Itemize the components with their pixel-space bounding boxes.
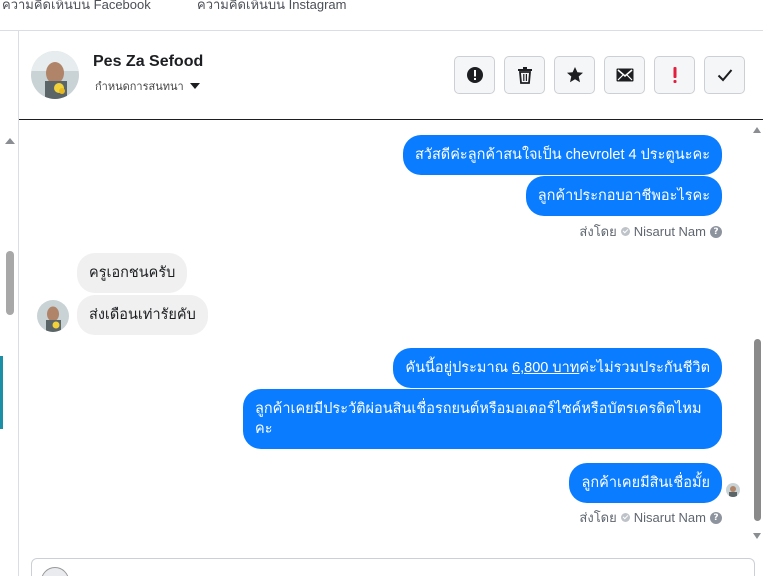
selected-indicator (0, 356, 3, 429)
check-circle-icon (620, 227, 630, 236)
tab-instagram-comments[interactable]: ความคิดเห็นบน Instagram (197, 0, 346, 15)
message-scrollbar[interactable] (752, 121, 763, 546)
outgoing-message[interactable]: ลูกค้าเคยมีสินเชื่อมั้ย (569, 463, 722, 503)
sent-by-prefix: ส่งโดย (579, 224, 617, 239)
conversation-header: Pes Za Sefood กำหนดการสนทนา (19, 31, 763, 120)
sender-name[interactable]: Nisarut Nam (634, 224, 706, 239)
trash-icon (517, 67, 532, 84)
scrollbar-thumb[interactable] (754, 339, 761, 521)
message-text: คันนี้อยู่ประมาณ (405, 360, 513, 376)
sent-by-label: ส่งโดย Nisarut Nam ? (579, 221, 722, 242)
contact-avatar-small (37, 300, 69, 332)
outgoing-message[interactable]: สวัสดีค่ะลูกค้าสนใจเป็น chevrolet 4 ประต… (402, 135, 722, 175)
outgoing-message[interactable]: ลูกค้าประกอบอาชีพอะไรคะ (525, 176, 722, 216)
conversation-schedule-label: กำหนดการสนทนา (95, 81, 184, 93)
help-icon[interactable]: ? (710, 225, 722, 238)
mark-unread-button[interactable] (604, 56, 645, 94)
envelope-icon (616, 68, 633, 82)
top-tabs: ความคิดเห็นบน Facebook ความคิดเห็นบน Ins… (0, 0, 763, 31)
composer-avatar (41, 567, 69, 576)
help-icon[interactable]: ? (710, 511, 722, 524)
message-text: ค่ะไม่รวมประกันชีวิต (579, 360, 710, 376)
incoming-message[interactable]: ส่งเดือนเท่ารัยคับ (77, 295, 208, 335)
left-scroll-up-arrow[interactable] (5, 138, 15, 144)
amount-link[interactable]: 6,800 บาท (512, 360, 579, 376)
outgoing-message[interactable]: คันนี้อยู่ประมาณ 6,800 บาทค่ะไม่รวมประกั… (393, 348, 722, 388)
contact-avatar[interactable] (31, 51, 79, 99)
scroll-down-arrow[interactable] (753, 533, 761, 539)
scroll-up-arrow[interactable] (753, 127, 761, 133)
checkmark-icon (717, 69, 732, 82)
seen-avatar (726, 483, 740, 497)
check-circle-icon (620, 513, 630, 522)
left-panel (0, 31, 19, 576)
left-scrollbar-thumb[interactable] (6, 251, 14, 315)
sender-name[interactable]: Nisarut Nam (634, 510, 706, 525)
alert-circle-icon (466, 67, 483, 83)
exclamation-icon (673, 67, 676, 83)
contact-name: Pes Za Sefood (93, 53, 204, 70)
caret-down-icon (189, 83, 200, 89)
tab-facebook-comments[interactable]: ความคิดเห็นบน Facebook (2, 0, 151, 15)
star-icon (566, 67, 583, 83)
conversation-schedule-dropdown[interactable]: กำหนดการสนทนา (95, 77, 200, 95)
action-buttons (454, 56, 745, 94)
follow-up-button[interactable] (654, 56, 695, 94)
outgoing-message[interactable]: ลูกค้าเคยมีประวัติผ่อนสินเชื่อรถยนต์หรือ… (243, 389, 722, 449)
delete-button[interactable] (504, 56, 545, 94)
spam-button[interactable] (454, 56, 495, 94)
message-composer[interactable] (31, 558, 755, 576)
message-thread: สวัสดีค่ะลูกค้าสนใจเป็น chevrolet 4 ประต… (19, 121, 752, 546)
sent-by-prefix: ส่งโดย (579, 510, 617, 525)
done-button[interactable] (704, 56, 745, 94)
sent-by-label: ส่งโดย Nisarut Nam ? (579, 507, 722, 528)
star-button[interactable] (554, 56, 595, 94)
incoming-message[interactable]: ครูเอกชนครับ (77, 253, 188, 293)
